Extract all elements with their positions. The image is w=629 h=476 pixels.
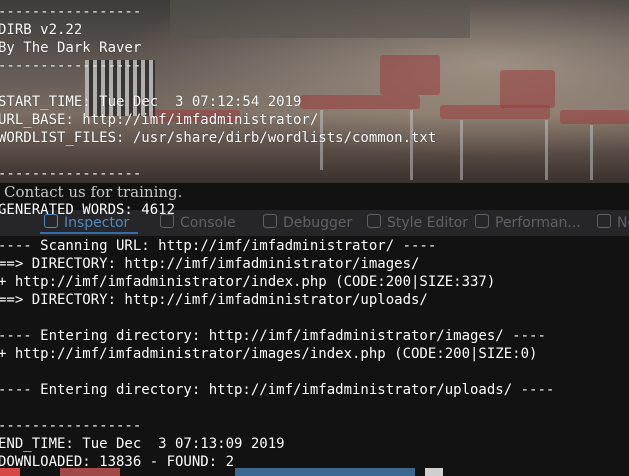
terminal-line: + http://imf/imfadministrator/index.php …: [0, 274, 496, 290]
terminal-line: START_TIME: Tue Dec 3 07:12:54 2019: [0, 94, 302, 110]
desk: [560, 110, 629, 124]
cut-off-red-segment: [60, 468, 120, 476]
terminal-line: DIRB v2.22: [0, 22, 83, 38]
chair-back: [500, 70, 555, 108]
contact-text: Contact us for training.: [4, 183, 183, 201]
terminal-line: GENERATED WORDS: 4612: [0, 202, 176, 218]
tab-network[interactable]: Ne: [597, 214, 629, 231]
tab-performance[interactable]: Performan...: [475, 214, 581, 231]
performance-icon: [475, 214, 489, 228]
terminal-line: ---- Entering directory: http://imf/imfa…: [0, 328, 546, 344]
desk-leg: [590, 125, 593, 180]
network-icon: [597, 214, 611, 228]
cut-off-red-segment: [0, 468, 20, 476]
chair-back: [380, 55, 440, 95]
tab-debugger[interactable]: Debugger: [263, 214, 352, 231]
desk: [300, 95, 420, 109]
chalkboard: [170, 0, 470, 38]
terminal-line: WORDLIST_FILES: /usr/share/dirb/wordlist…: [0, 130, 437, 146]
terminal-line: -----------------: [0, 58, 142, 74]
terminal-line: ---- Entering directory: http://imf/imfa…: [0, 382, 555, 398]
cut-off-line: [0, 468, 629, 476]
style-editor-icon: [367, 214, 381, 228]
terminal-line: URL_BASE: http://imf/imfadministrator/: [0, 112, 319, 128]
terminal-line: By The Dark Raver: [0, 40, 142, 56]
cursor-block: [425, 468, 443, 476]
terminal-line: ==> DIRECTORY: http://imf/imfadministrat…: [0, 256, 420, 272]
desk-leg: [545, 120, 548, 180]
terminal-line: -----------------: [0, 4, 142, 20]
terminal-line: ==> DIRECTORY: http://imf/imfadministrat…: [0, 292, 428, 308]
terminal-line: -----------------: [0, 418, 142, 434]
terminal-line: ---- Scanning URL: http://imf/imfadminis…: [0, 238, 437, 254]
desk-leg: [460, 120, 463, 180]
terminal-line: -----------------: [0, 166, 142, 182]
active-tab-indicator: [40, 232, 138, 234]
tab-style-editor[interactable]: Style Editor: [367, 214, 468, 231]
terminal-line: + http://imf/imfadministrator/images/ind…: [0, 346, 538, 362]
debugger-icon: [263, 214, 277, 228]
cut-off-blue-segment: [235, 468, 415, 476]
terminal-line: END_TIME: Tue Dec 3 07:13:09 2019: [0, 436, 285, 452]
